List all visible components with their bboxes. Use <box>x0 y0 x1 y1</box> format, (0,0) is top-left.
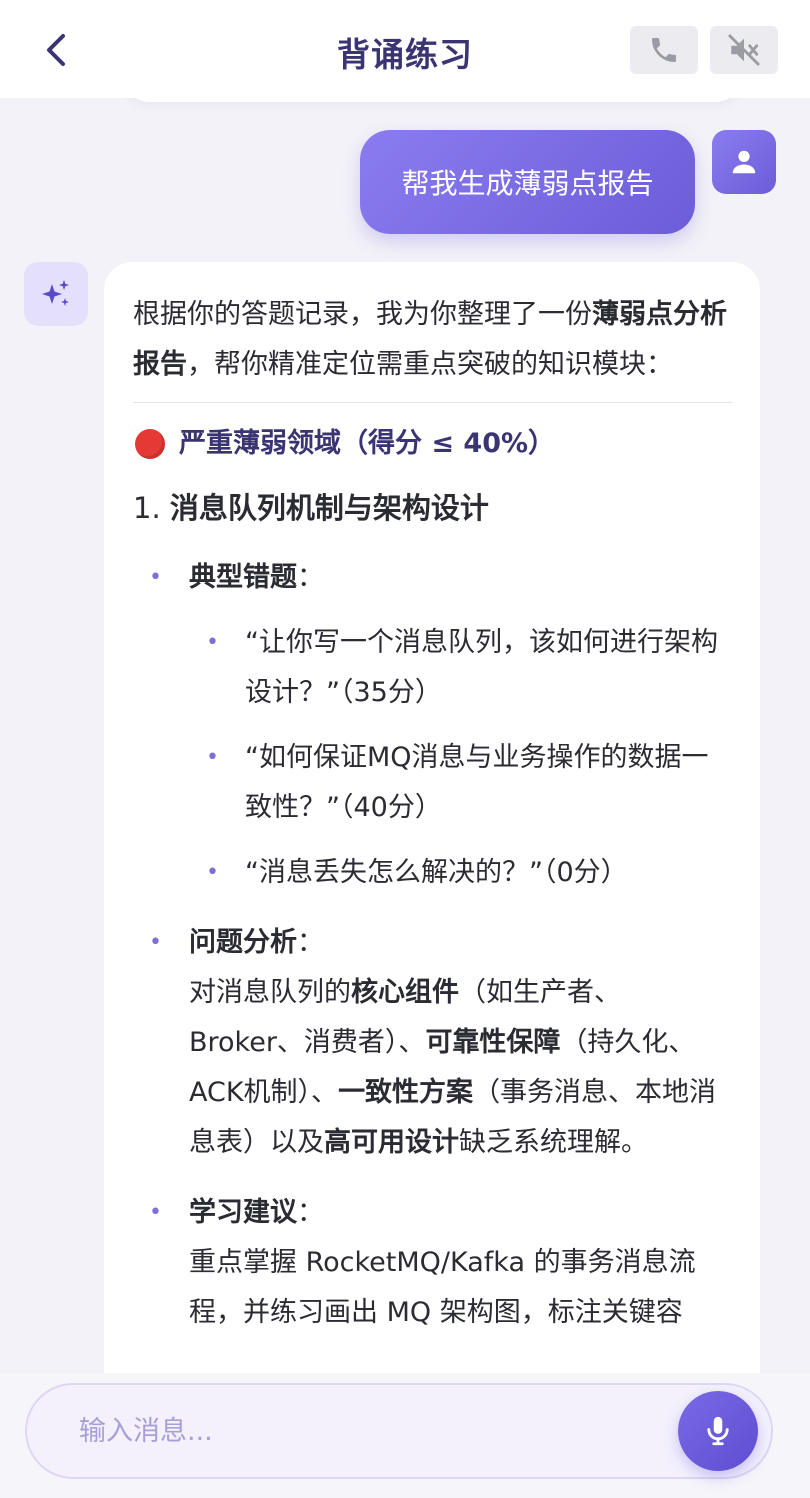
top-bar: 背诵练习 <box>0 0 810 98</box>
input-placeholder: 输入消息... <box>79 1416 213 1447</box>
message-input[interactable]: 输入消息... <box>25 1383 773 1479</box>
phone-icon <box>652 38 676 62</box>
ai-message-bubble: 根据你的答题记录，我为你整理了一份薄弱点分析报告，帮你精准定位需重点突破的知识模… <box>104 262 760 1462</box>
user-avatar <box>712 130 776 194</box>
list-item: “让你写一个消息队列，该如何进行架构设计？”（35分） <box>133 618 732 718</box>
mute-button[interactable] <box>710 26 778 74</box>
list-item-analysis: 问题分析： 对消息队列的核心组件（如生产者、Broker、消费者）、可靠性保障（… <box>133 918 732 1168</box>
input-bar: 输入消息... <box>0 1373 810 1498</box>
list-item: “如何保证MQ消息与业务操作的数据一致性？”（40分） <box>133 733 732 833</box>
ai-intro-text: 根据你的答题记录，我为你整理了一份薄弱点分析报告，帮你精准定位需重点突破的知识模… <box>133 299 727 380</box>
divider <box>133 402 732 403</box>
user-message-text: 帮我生成薄弱点报告 <box>401 167 654 200</box>
section-heading: 严重薄弱领域（得分 ≤ 40%） <box>133 419 732 469</box>
topic-heading: 1. 消息队列机制与架构设计 <box>133 491 489 525</box>
user-icon <box>732 150 756 174</box>
microphone-icon <box>707 1416 729 1446</box>
list-item-typical-errors: 典型错题： <box>133 553 732 603</box>
ai-avatar <box>24 262 88 326</box>
user-message-bubble: 帮我生成薄弱点报告 <box>360 130 695 234</box>
voice-input-button[interactable] <box>678 1391 758 1471</box>
call-button[interactable] <box>630 26 698 74</box>
sparkle-icon <box>42 280 69 306</box>
red-circle-icon <box>135 429 165 459</box>
list-item: “消息丢失怎么解决的？”（0分） <box>133 848 732 898</box>
volume-mute-icon <box>728 34 760 66</box>
list-item-suggestion: 学习建议： 重点掌握 RocketMQ/Kafka 的事务消息流程，并练习画出 … <box>133 1188 732 1338</box>
